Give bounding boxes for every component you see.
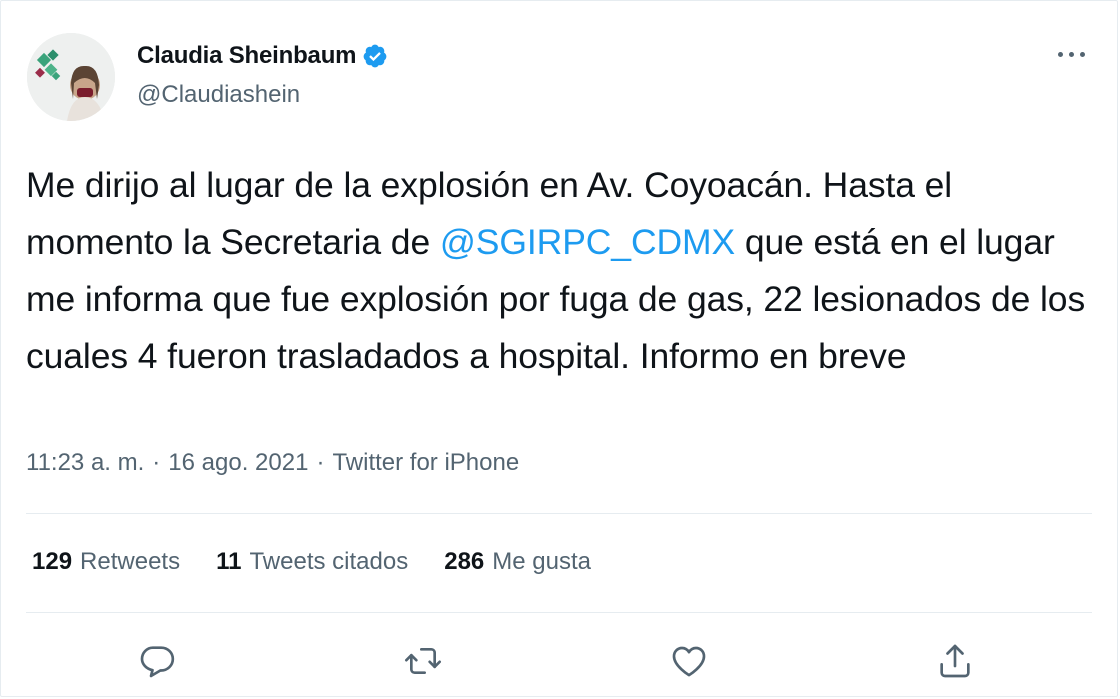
likes-label: Me gusta (492, 548, 591, 575)
retweets-count: 129 (32, 548, 73, 575)
retweet-icon[interactable] (399, 637, 447, 685)
author-name[interactable]: Claudia Sheinbaum (137, 42, 357, 70)
share-icon[interactable] (931, 637, 979, 685)
retweets-stat[interactable]: 129 Retweets (32, 548, 180, 576)
mention-link[interactable]: @SGIRPC_CDMX (440, 222, 735, 262)
more-options-icon[interactable] (1051, 44, 1091, 64)
tweet-time[interactable]: 11:23 a. m. (26, 449, 144, 477)
divider (26, 513, 1092, 514)
author-name-row[interactable]: Claudia Sheinbaum (137, 42, 388, 70)
avatar[interactable] (27, 33, 115, 121)
tweet-text: Me dirijo al lugar de la explosión en Av… (26, 157, 1086, 385)
divider (26, 612, 1092, 613)
meta-separator: · (152, 449, 161, 476)
tweet-source[interactable]: Twitter for iPhone (332, 449, 519, 477)
verified-badge-icon (362, 43, 388, 69)
tweet-meta: 11:23 a. m. · 16 ago. 2021 · Twitter for… (26, 449, 519, 477)
action-bar (1, 637, 1120, 687)
retweets-label: Retweets (80, 548, 181, 575)
like-icon[interactable] (665, 637, 713, 685)
engagement-stats: 129 Retweets 11 Tweets citados 286 Me gusta (32, 548, 591, 576)
tweet-card: Claudia Sheinbaum @Claudiashein Me dirij… (0, 0, 1118, 697)
author-handle[interactable]: @Claudiashein (137, 81, 300, 109)
likes-stat[interactable]: 286 Me gusta (444, 548, 591, 576)
quotes-count: 11 (216, 548, 242, 575)
meta-separator: · (316, 449, 325, 476)
reply-icon[interactable] (133, 637, 181, 685)
quotes-stat[interactable]: 11 Tweets citados (216, 548, 408, 576)
quotes-label: Tweets citados (249, 548, 409, 575)
likes-count: 286 (444, 548, 485, 575)
tweet-date[interactable]: 16 ago. 2021 (168, 449, 308, 477)
